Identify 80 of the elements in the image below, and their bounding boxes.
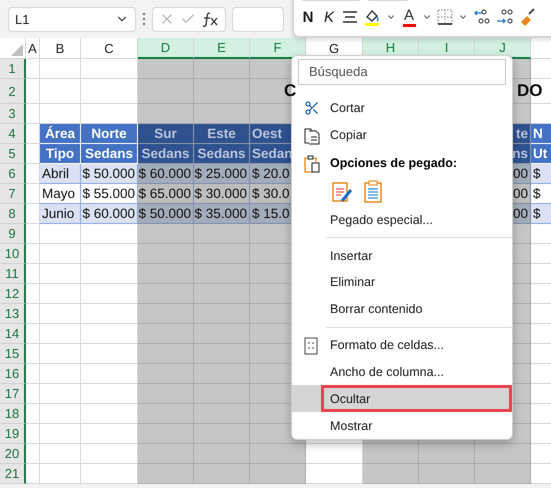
table-cell: Área [40,124,81,144]
row-header[interactable]: 11 [0,264,26,284]
table-cell: Sedans [194,144,250,164]
table-cell: Sedans [138,144,194,164]
cell-reference: L1 [15,12,30,26]
format-painter-icon[interactable] [519,8,537,26]
bold-button[interactable]: N [300,6,316,28]
row-header[interactable]: 5 [0,144,26,164]
menu-item[interactable]: Formato de celdas... [292,332,512,358]
menu-item[interactable]: Mostrar [292,412,512,440]
more-icon[interactable] [142,12,146,26]
table-cell: Abril [40,164,81,184]
row-header[interactable]: 19 [0,424,26,444]
borders-icon[interactable] [437,9,453,25]
formula-input[interactable] [232,6,284,32]
row-header[interactable]: 4 [0,124,26,144]
column-header[interactable]: B [40,38,81,59]
format-cells-icon [304,336,318,355]
table-cell: Tipo [40,144,81,164]
row-header[interactable]: 16 [0,364,26,384]
table-cell: $ 65.000 [138,184,194,204]
row-header[interactable]: 18 [0,404,26,424]
row-header[interactable]: 7 [0,184,26,204]
row-header[interactable]: 10 [0,244,26,264]
row-header[interactable]: 9 [0,224,26,244]
clipboard-icon [304,154,320,173]
row-header[interactable]: 12 [0,284,26,304]
table-cell: N [531,124,551,144]
row-header[interactable]: 20 [0,444,26,464]
paste-icon[interactable] [364,180,382,204]
table-cell: $ [531,164,551,184]
column-header[interactable]: A [26,38,40,59]
row-header[interactable]: 8 [0,204,26,224]
italic-button[interactable]: K [321,6,337,28]
table-cell: $ 50.000 [81,164,138,184]
column-header[interactable]: F [250,38,306,59]
table-cell: Mayo [40,184,81,204]
title-text: DO [517,81,542,101]
row-header[interactable]: 1 [0,59,26,79]
table-cell: Este [194,124,250,144]
table-cell: $ 60.000 [138,164,194,184]
table-cell: $ 35.000 [194,204,250,224]
scissors-icon [304,100,320,116]
table-cell: $ 60.000 [81,204,138,224]
table-cell: Ut [531,144,551,164]
font-color-button[interactable]: A [401,6,417,28]
align-icon[interactable] [342,10,358,24]
decimal-arrow-icon[interactable] [496,8,514,26]
function-icon[interactable] [200,11,219,27]
column-header[interactable]: D [138,38,194,59]
row-header[interactable]: 3 [0,104,26,124]
row-header[interactable]: 17 [0,384,26,404]
table-cell: $ 55.000 [81,184,138,204]
search-field[interactable]: Búsqueda [298,59,506,85]
table-cell: $ 25.000 [194,164,250,184]
decimal-arrow-icon[interactable] [473,8,491,26]
paste-formatting-icon[interactable] [332,180,354,204]
table-cell: Junio [40,204,81,224]
menu-item[interactable]: Ocultar [292,385,512,412]
column-header[interactable]: E [194,38,250,59]
row-header[interactable]: 15 [0,344,26,364]
menu-item[interactable]: Eliminar [292,268,512,296]
menu-item[interactable]: Ancho de columna... [292,358,512,386]
table-cell: Sur [138,124,194,144]
table-cell: $ 30.000 [194,184,250,204]
row-header[interactable]: 2 [0,79,26,104]
menu-item[interactable]: Insertar [292,242,512,269]
table-cell: Sedans [81,144,138,164]
column-header[interactable]: C [81,38,138,59]
table-cell: $ [531,204,551,224]
row-header[interactable]: 6 [0,164,26,184]
table-cell: $ 50.000 [138,204,194,224]
table-cell: Norte [81,124,138,144]
copy-icon [304,126,320,145]
fill-color-icon[interactable] [363,8,381,26]
row-header[interactable]: 14 [0,324,26,344]
row-header[interactable]: 13 [0,304,26,324]
row-header[interactable]: 21 [0,464,26,484]
name-box[interactable]: L1 [8,6,136,32]
menu-item[interactable]: Borrar contenido [292,296,512,323]
